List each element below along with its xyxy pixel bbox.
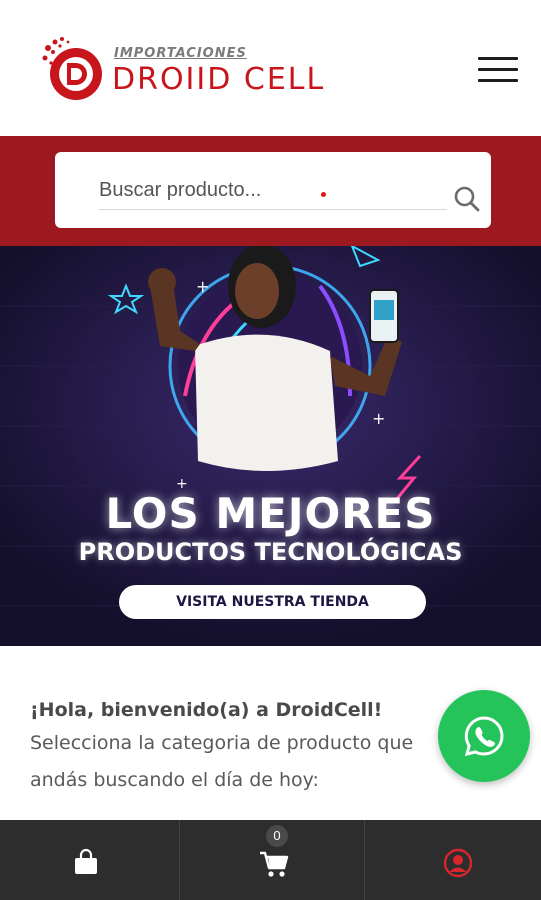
promo-banner[interactable]: + + + LOS MEJORES PRODUCTOS TECNOLÓGICAS… bbox=[0, 246, 541, 646]
droidcell-logo[interactable]: IMPORTACIONES DROIID CELL bbox=[36, 28, 346, 106]
cart-tab[interactable]: 0 bbox=[181, 820, 365, 900]
search-box bbox=[55, 152, 491, 228]
welcome-line-1: Selecciona la categoria de producto que bbox=[30, 732, 414, 754]
page: IMPORTACIONES DROIID CELL Buscar product… bbox=[0, 0, 541, 900]
cart-icon bbox=[260, 851, 289, 877]
banner-headline: LOS MEJORES bbox=[105, 489, 436, 538]
bottom-nav-bar: 0 bbox=[0, 820, 541, 900]
account-tab[interactable] bbox=[366, 820, 541, 900]
user-account-icon bbox=[443, 848, 473, 878]
search-icon[interactable] bbox=[453, 185, 481, 213]
whatsapp-button[interactable] bbox=[438, 690, 530, 782]
logo-name: DROIID CELL bbox=[112, 62, 326, 97]
search-input[interactable] bbox=[99, 172, 447, 210]
search-band bbox=[0, 136, 541, 246]
input-indicator-dot bbox=[321, 192, 326, 197]
cart-count-badge: 0 bbox=[266, 825, 288, 847]
menu-line bbox=[478, 79, 518, 82]
shop-tab[interactable] bbox=[0, 820, 180, 900]
welcome-title: ¡Hola, bienvenido(a) a DroidCell! bbox=[30, 699, 383, 721]
welcome-line-2: andás buscando el día de hoy: bbox=[30, 769, 319, 791]
logo-mark-icon bbox=[42, 37, 102, 100]
svg-text:+: + bbox=[372, 409, 385, 428]
svg-text:+: + bbox=[196, 277, 209, 296]
logo-subtitle: IMPORTACIONES bbox=[114, 46, 247, 61]
hamburger-menu-icon[interactable] bbox=[476, 55, 520, 85]
visit-store-button[interactable]: VISITA NUESTRA TIENDA bbox=[119, 585, 426, 619]
menu-line bbox=[478, 57, 518, 60]
shopping-bag-icon bbox=[75, 848, 97, 874]
menu-line bbox=[478, 68, 518, 71]
banner-subheadline: PRODUCTOS TECNOLÓGICAS bbox=[78, 538, 463, 566]
site-header: IMPORTACIONES DROIID CELL bbox=[0, 0, 541, 136]
welcome-section: ¡Hola, bienvenido(a) a DroidCell! Selecc… bbox=[30, 695, 480, 799]
whatsapp-icon bbox=[464, 716, 504, 757]
